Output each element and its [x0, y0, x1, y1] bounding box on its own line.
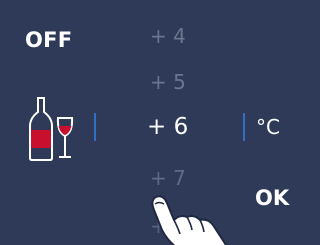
temperature-option-selected[interactable]: + 6 — [147, 114, 188, 140]
temperature-option-7[interactable]: + 7 — [150, 166, 186, 190]
temperature-option-5[interactable]: + 5 — [150, 70, 186, 94]
temperature-option-4[interactable]: + 4 — [150, 24, 186, 48]
off-button[interactable]: OFF — [25, 28, 72, 52]
right-divider — [243, 113, 245, 141]
temperature-unit-label: °C — [256, 115, 280, 139]
ok-button[interactable]: OK — [255, 186, 289, 210]
wine-bottle-and-glass-icon — [28, 96, 76, 166]
wine-cooler-temperature-screen: OFF + 4 + 5 + 6 + 7 + °C OK — [0, 0, 320, 245]
left-divider — [94, 113, 96, 141]
pointing-hand-icon — [140, 190, 250, 245]
